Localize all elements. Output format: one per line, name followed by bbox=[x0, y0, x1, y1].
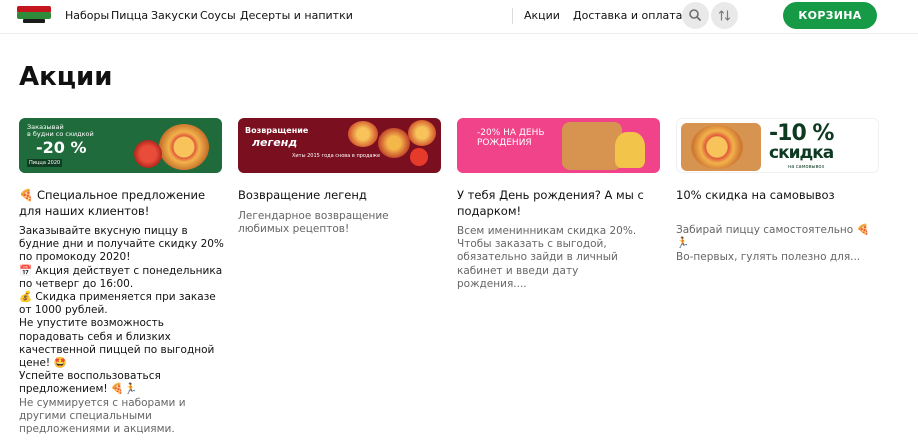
promo-title[interactable]: 10% скидка на самовывоз bbox=[676, 187, 879, 203]
nav-item-pizza[interactable]: Пицца bbox=[111, 9, 148, 22]
promo-title[interactable]: У тебя День рождения? А мы с подарком! bbox=[457, 187, 660, 219]
desc-line: 📅 Акция действует с понедельника по четв… bbox=[19, 264, 223, 290]
promo-description: Легендарное возвращение любимых рецептов… bbox=[238, 210, 389, 236]
search-button[interactable] bbox=[682, 2, 709, 29]
banner-year: Пицца 2020 bbox=[27, 159, 63, 167]
promo-title[interactable]: 🍕 Специальное предложение для наших клие… bbox=[19, 187, 222, 219]
desc-note: Не суммируется с наборами и другими спец… bbox=[19, 396, 186, 436]
mascot-image bbox=[410, 148, 428, 166]
banner-text: легенд bbox=[252, 136, 298, 149]
pizza-emoji-icon: 🍕 bbox=[19, 188, 34, 202]
mascot-image bbox=[134, 140, 162, 168]
banner-text: Заказывай в будни со скидкой bbox=[27, 123, 94, 138]
pizza-image bbox=[408, 120, 436, 146]
top-header: Наборы Пицца Закуски Соусы Десерты и нап… bbox=[0, 0, 918, 34]
promo-card[interactable]: -20% НА ДЕНЬ РОЖДЕНИЯ У тебя День рожден… bbox=[457, 118, 661, 290]
promo-card[interactable]: Возвращение легенд Хиты 2015 года снова … bbox=[238, 118, 442, 235]
nav-item-sauces[interactable]: Соусы bbox=[200, 9, 236, 22]
promo-banner[interactable]: Возвращение легенд Хиты 2015 года снова … bbox=[238, 118, 441, 173]
mascot-image bbox=[615, 132, 645, 168]
promo-description: Забирай пиццу самостоятельно 🍕🏃 bbox=[676, 224, 870, 250]
promo-description: Всем именинникам скидка 20%. Чтобы заказ… bbox=[457, 225, 637, 290]
promo-title[interactable]: Возвращение легенд bbox=[238, 187, 441, 203]
page-title: Акции bbox=[19, 62, 113, 92]
banner-text: -20% НА ДЕНЬ РОЖДЕНИЯ bbox=[477, 128, 545, 148]
nav-item-snacks[interactable]: Закуски bbox=[151, 9, 198, 22]
desc-line: 💰 Скидка применяется при заказе от 1000 … bbox=[19, 291, 216, 317]
sort-icon bbox=[718, 10, 731, 21]
pizza-image bbox=[348, 121, 378, 147]
cart-button[interactable]: КОРЗИНА bbox=[783, 2, 877, 29]
pizza-image bbox=[378, 128, 410, 158]
desc-line: Не упустите возможность порадовать себя … bbox=[19, 317, 215, 370]
promo-description-more: Во-первых, гулять полезно для... bbox=[676, 251, 861, 263]
nav-item-desserts-drinks[interactable]: Десерты и напитки bbox=[240, 9, 353, 22]
sort-button[interactable] bbox=[711, 2, 738, 29]
nav-item-promotions[interactable]: Акции bbox=[524, 9, 560, 22]
desc-line: Заказывайте вкусную пиццу в будние дни и… bbox=[19, 225, 224, 264]
promo-card[interactable]: Заказывай в будни со скидкой -20 % Пицца … bbox=[19, 118, 224, 435]
banner-subtext: Хиты 2015 года снова в продаже bbox=[292, 153, 381, 159]
desc-line: Успейте воспользоваться предложением! 🍕🏃 bbox=[19, 370, 161, 396]
promo-banner[interactable]: -10 % скидка на самовывоз bbox=[676, 118, 879, 173]
banner-text: Возвращение bbox=[245, 126, 309, 135]
logo-bottom bbox=[23, 19, 45, 23]
banner-text: скидка bbox=[769, 143, 834, 163]
banner-discount: -20 % bbox=[36, 138, 87, 157]
nav-divider bbox=[512, 8, 513, 24]
calendar-emoji-icon: 📅 bbox=[19, 264, 33, 277]
promo-banner[interactable]: -20% НА ДЕНЬ РОЖДЕНИЯ bbox=[457, 118, 660, 173]
pizza-box-image bbox=[562, 122, 622, 170]
logo[interactable] bbox=[17, 6, 51, 24]
money-bag-emoji-icon: 💰 bbox=[19, 291, 33, 304]
pizza-image bbox=[691, 125, 743, 169]
search-icon bbox=[689, 9, 701, 21]
promo-description: Заказывайте вкусную пиццу в будние дни и… bbox=[19, 225, 224, 436]
logo-middle bbox=[17, 12, 51, 19]
banner-subtext: на самовывоз bbox=[788, 164, 825, 170]
nav-item-delivery[interactable]: Доставка и оплата bbox=[573, 9, 682, 22]
nav-item-sets[interactable]: Наборы bbox=[65, 9, 109, 22]
pizza-image bbox=[159, 124, 209, 170]
promo-card[interactable]: -10 % скидка на самовывоз 10% скидка на … bbox=[676, 118, 880, 263]
promo-banner[interactable]: Заказывай в будни со скидкой -20 % Пицца … bbox=[19, 118, 222, 173]
